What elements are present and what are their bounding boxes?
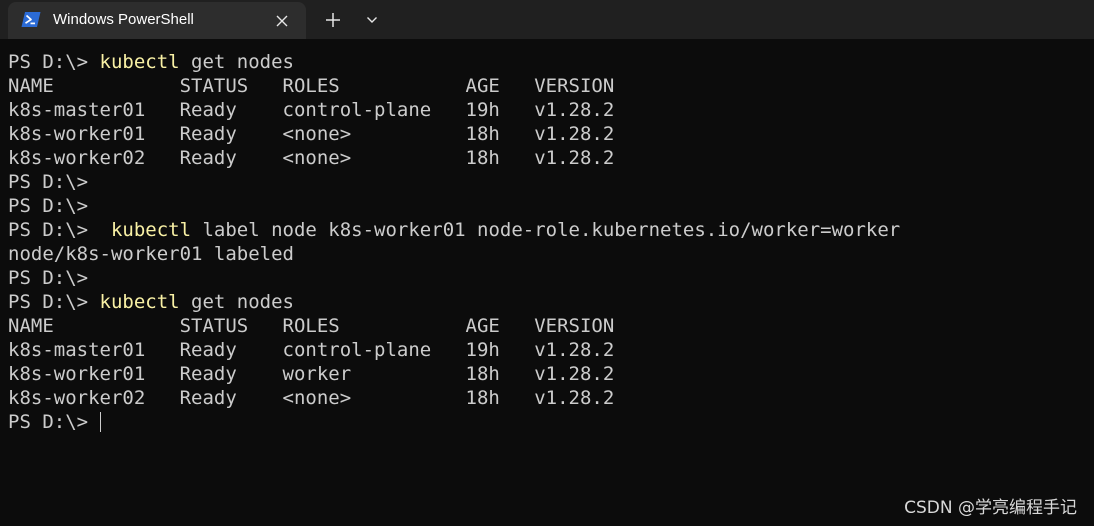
command-args: get nodes xyxy=(179,51,294,73)
terminal-line: k8s-worker01 Ready worker 18h v1.28.2 xyxy=(8,362,900,386)
terminal-line: k8s-worker02 Ready <none> 18h v1.28.2 xyxy=(8,386,900,410)
command-args: label node k8s-worker01 node-role.kubern… xyxy=(191,219,901,241)
chevron-down-icon[interactable] xyxy=(362,10,382,30)
command: kubectl xyxy=(99,51,180,73)
output-text: NAME STATUS ROLES AGE VERSION xyxy=(8,75,615,97)
output-text: node/k8s-worker01 labeled xyxy=(8,243,294,265)
output-text: k8s-master01 Ready control-plane 19h v1.… xyxy=(8,339,615,361)
prompt: PS D:\> xyxy=(8,51,100,73)
terminal-output[interactable]: PS D:\> kubectl get nodes NAME STATUS RO… xyxy=(0,39,1094,526)
terminal-line: k8s-master01 Ready control-plane 19h v1.… xyxy=(8,338,900,362)
tab-title: Windows PowerShell xyxy=(53,11,194,28)
watermark: CSDN @学亮编程手记 xyxy=(904,498,1077,518)
prompt: PS D:\> xyxy=(8,291,100,313)
terminal-line: PS D:\> xyxy=(8,194,900,218)
prompt: PS D:\> xyxy=(8,195,89,217)
output-text: k8s-worker02 Ready <none> 18h v1.28.2 xyxy=(8,387,615,409)
command: kubectl xyxy=(99,291,180,313)
terminal-line: k8s-worker01 Ready <none> 18h v1.28.2 xyxy=(8,122,900,146)
command-args: get nodes xyxy=(179,291,294,313)
terminal-window: Windows PowerShell PS D:\> kubectl get n… xyxy=(0,0,1094,526)
terminal-line: k8s-worker02 Ready <none> 18h v1.28.2 xyxy=(8,146,900,170)
close-icon[interactable] xyxy=(272,11,292,31)
titlebar: Windows PowerShell xyxy=(0,0,1094,39)
terminal-line: PS D:\> xyxy=(8,266,900,290)
terminal-line: NAME STATUS ROLES AGE VERSION xyxy=(8,74,900,98)
terminal-line: NAME STATUS ROLES AGE VERSION xyxy=(8,314,900,338)
command: kubectl xyxy=(110,219,192,241)
terminal-line: node/k8s-worker01 labeled xyxy=(8,242,900,266)
output-text: k8s-worker02 Ready <none> 18h v1.28.2 xyxy=(8,147,615,169)
powershell-icon xyxy=(21,11,41,28)
terminal-line: PS D:\> xyxy=(8,410,900,434)
prompt: PS D:\> xyxy=(8,171,89,193)
terminal-lines: PS D:\> kubectl get nodes NAME STATUS RO… xyxy=(8,50,900,434)
terminal-line: PS D:\> kubectl get nodes xyxy=(8,50,900,74)
prompt: PS D:\> xyxy=(8,267,89,289)
prompt: PS D:\> xyxy=(8,219,111,241)
prompt: PS D:\> xyxy=(8,411,100,433)
terminal-line: k8s-master01 Ready control-plane 19h v1.… xyxy=(8,98,900,122)
output-text: k8s-worker01 Ready worker 18h v1.28.2 xyxy=(8,363,615,385)
output-text: NAME STATUS ROLES AGE VERSION xyxy=(8,315,615,337)
plus-icon[interactable] xyxy=(322,9,344,31)
tab-windows-powershell[interactable]: Windows PowerShell xyxy=(8,2,306,39)
text-cursor xyxy=(99,412,101,432)
output-text: k8s-worker01 Ready <none> 18h v1.28.2 xyxy=(8,123,615,145)
terminal-line: PS D:\> xyxy=(8,170,900,194)
terminal-line: PS D:\> kubectl label node k8s-worker01 … xyxy=(8,218,900,242)
terminal-line: PS D:\> kubectl get nodes xyxy=(8,290,900,314)
output-text: k8s-master01 Ready control-plane 19h v1.… xyxy=(8,99,615,121)
